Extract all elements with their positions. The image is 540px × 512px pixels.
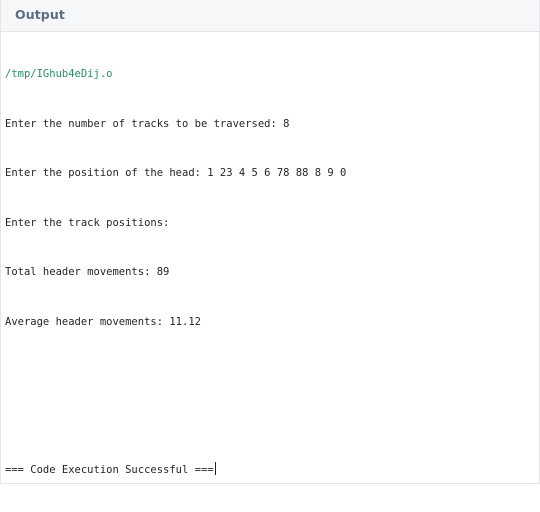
console-line: Enter the track positions:	[5, 216, 170, 229]
output-panel-header: Output	[1, 0, 539, 32]
text-cursor	[214, 462, 216, 475]
executable-path: /tmp/IGhub4eDij.o	[5, 68, 113, 80]
output-panel: Output /tmp/IGhub4eDij.o Enter the numbe…	[0, 0, 540, 484]
execution-status-text: === Code Execution Successful ===	[5, 464, 214, 476]
console-line: Enter the position of the head: 1 23 4 5…	[5, 167, 347, 179]
console-line: Average header movements: 11.12	[5, 315, 201, 328]
execution-status-line: === Code Execution Successful ===	[5, 462, 535, 479]
console-line: Total header movements: 89	[5, 266, 170, 278]
console-output[interactable]: /tmp/IGhub4eDij.o Enter the number of tr…	[5, 33, 535, 476]
output-panel-title: Output	[15, 7, 65, 22]
console-line: Enter the number of tracks to be travers…	[5, 117, 290, 130]
